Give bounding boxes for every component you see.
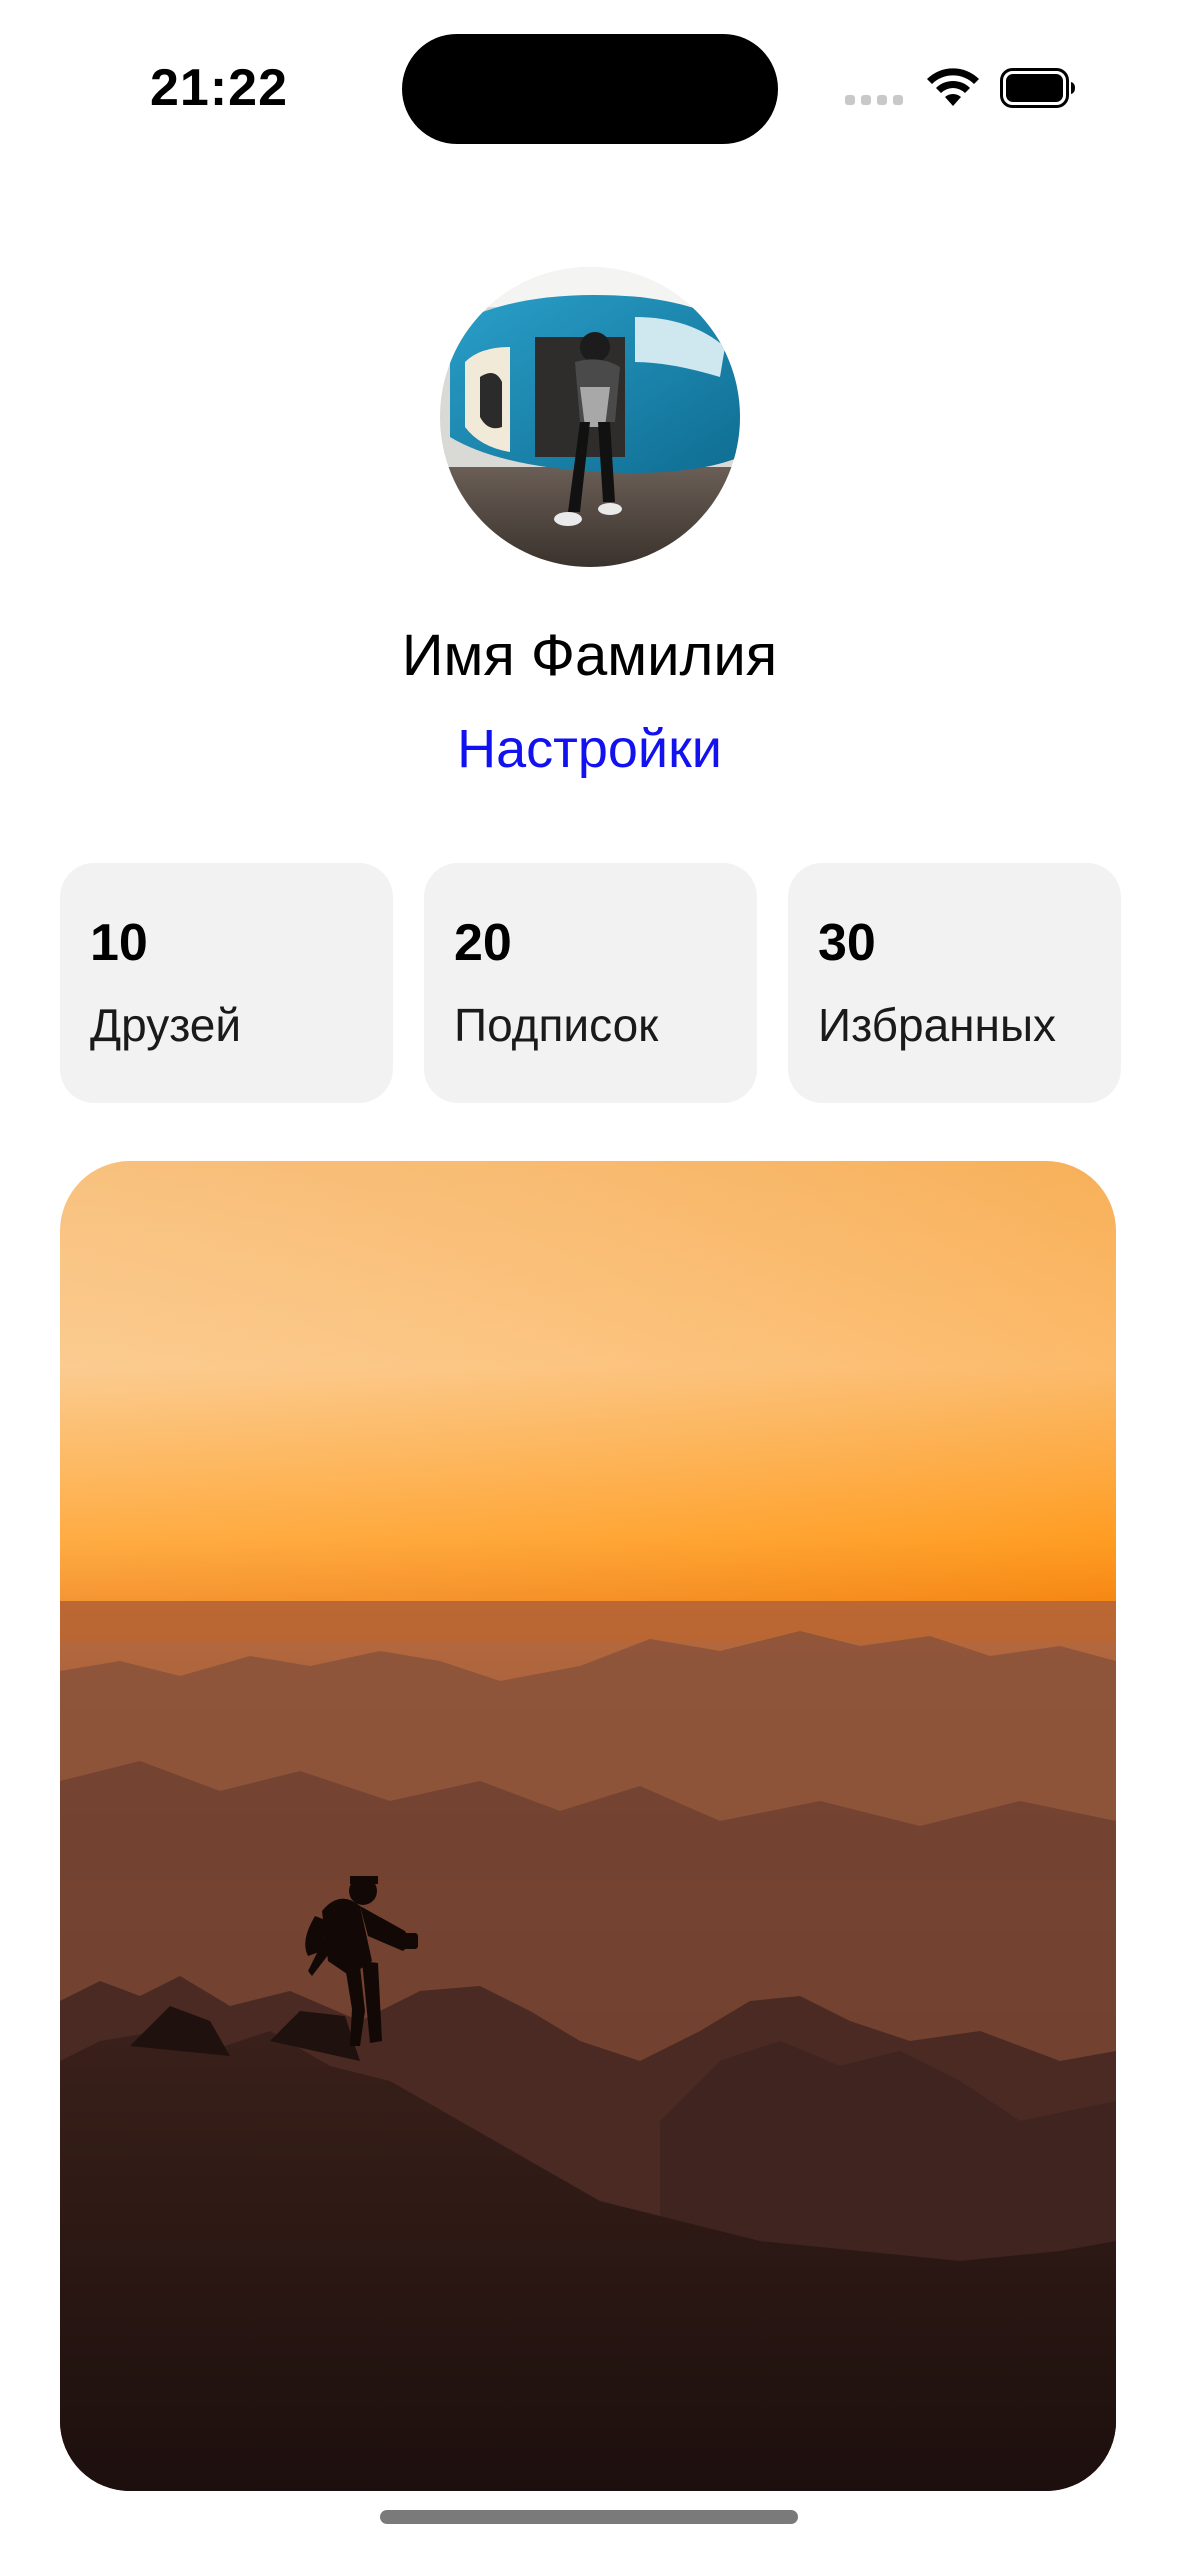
subscriptions-label: Подписок	[454, 999, 659, 1051]
home-indicator[interactable]	[380, 2510, 798, 2524]
avatar[interactable]	[440, 267, 740, 567]
settings-link[interactable]: Настройки	[0, 718, 1179, 780]
friends-stat-card[interactable]: 10 Друзей	[60, 863, 393, 1103]
avatar-image	[440, 267, 740, 567]
dynamic-island	[402, 34, 778, 144]
favorites-stat-card[interactable]: 30 Избранных	[788, 863, 1121, 1103]
friends-count: 10	[90, 914, 148, 972]
subscriptions-count: 20	[454, 914, 512, 972]
sunset-hiker-image	[60, 1161, 1116, 2491]
subscriptions-stat-card[interactable]: 20 Подписок	[424, 863, 757, 1103]
cellular-signal-icon	[845, 95, 905, 107]
profile-name: Имя Фамилия	[401, 623, 778, 688]
status-time: 21:22	[150, 59, 288, 117]
wifi-icon	[927, 68, 979, 106]
featured-photo[interactable]	[60, 1161, 1116, 2491]
favorites-label: Избранных	[818, 999, 1057, 1051]
friends-label: Друзей	[90, 999, 242, 1051]
favorites-count: 30	[818, 914, 876, 972]
battery-icon	[1000, 68, 1075, 108]
